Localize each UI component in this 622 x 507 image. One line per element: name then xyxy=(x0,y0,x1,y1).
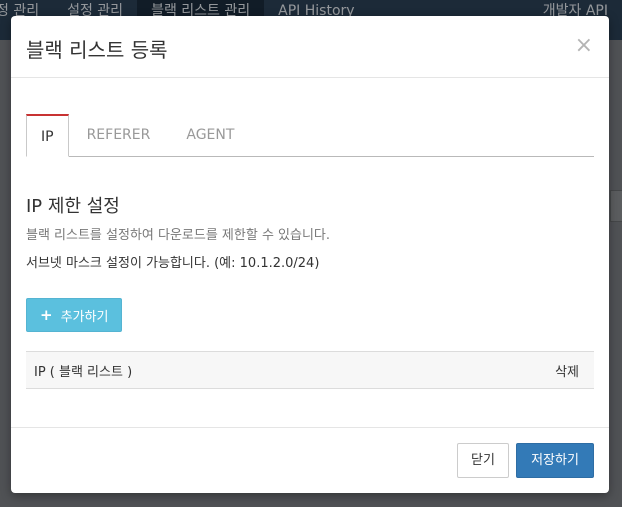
plus-icon: + xyxy=(40,306,53,324)
modal-title: 블랙 리스트 등록 xyxy=(26,38,168,62)
close-button[interactable]: 닫기 xyxy=(457,443,509,478)
modal-header: 블랙 리스트 등록 × xyxy=(11,16,609,78)
column-header-delete: 삭제 xyxy=(555,364,579,380)
close-icon[interactable]: × xyxy=(575,35,593,57)
save-button[interactable]: 저장하기 xyxy=(516,443,594,478)
modal-body: IP REFERER AGENT IP 제한 설정 블랙 리스트를 설정하여 다… xyxy=(11,78,609,427)
column-header-ip: IP ( 블랙 리스트 ) xyxy=(34,364,133,380)
blacklist-table-header: IP ( 블랙 리스트 ) 삭제 xyxy=(26,351,594,389)
section-title: IP 제한 설정 xyxy=(26,196,120,217)
tab-ip[interactable]: IP xyxy=(26,114,69,157)
blacklist-register-modal: 블랙 리스트 등록 × IP REFERER AGENT IP 제한 설정 블랙… xyxy=(11,16,609,493)
subnet-note: 서브넷 마스크 설정이 가능합니다. (예: 10.1.2.0/24) xyxy=(26,256,320,271)
modal-footer: 닫기 저장하기 xyxy=(11,427,609,493)
tab-bar: IP REFERER AGENT xyxy=(26,114,594,157)
section-description: 블랙 리스트를 설정하여 다운로드를 제한할 수 있습니다. xyxy=(26,228,331,243)
add-button-label: 추가하기 xyxy=(60,309,109,325)
tab-referer[interactable]: REFERER xyxy=(69,114,169,156)
add-button[interactable]: + 추가하기 xyxy=(26,298,123,332)
tab-agent[interactable]: AGENT xyxy=(168,114,252,156)
